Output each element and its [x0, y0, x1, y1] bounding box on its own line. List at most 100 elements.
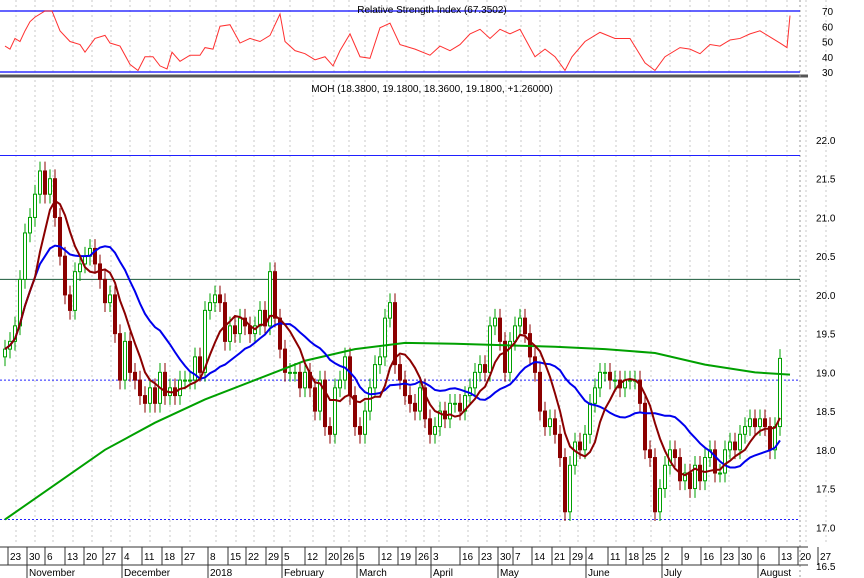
date-tick-label: 19: [400, 552, 412, 563]
date-tick-label: 8: [210, 552, 216, 563]
candle-down: [673, 449, 677, 459]
date-tick-label: 20: [800, 552, 812, 563]
rsi-tick-label: 30: [822, 68, 834, 79]
month-label: May: [500, 568, 519, 578]
candle-up: [448, 402, 452, 420]
date-tick-label: 9: [684, 552, 690, 563]
date-tick-label: 4: [588, 552, 594, 563]
candle-up: [28, 216, 32, 234]
candle-up: [363, 410, 367, 435]
candle-up: [73, 271, 77, 311]
candle-down: [393, 302, 397, 366]
candle-down: [563, 457, 567, 513]
month-label: April: [433, 568, 453, 578]
long-moving-average: [4, 341, 791, 521]
candle-up: [488, 325, 492, 373]
candle-up: [208, 302, 212, 311]
date-tick-label: 6: [760, 552, 766, 563]
candle-up: [213, 294, 217, 304]
date-tick-label: 29: [572, 552, 584, 563]
candle-up: [378, 356, 382, 366]
candle-up: [188, 379, 192, 382]
price-tick-label: 16.5: [816, 562, 836, 573]
candle-down: [538, 371, 542, 412]
candle-down: [153, 387, 157, 404]
date-tick-label: 30: [500, 552, 512, 563]
candle-up: [658, 488, 662, 513]
candle-down: [678, 457, 682, 482]
stock-chart: Relative Strength Index (67.3502) MOH (1…: [0, 0, 864, 578]
candle-down: [533, 356, 537, 373]
candle-up: [388, 302, 392, 319]
price-tick-label: 17.0: [816, 523, 836, 534]
rsi-tick-label: 70: [822, 7, 834, 18]
candle-down: [328, 426, 332, 435]
candle-down: [198, 356, 202, 373]
candle-down: [648, 449, 652, 459]
candle-down: [313, 387, 317, 412]
candle-down: [43, 170, 47, 195]
candle-down: [768, 426, 772, 451]
candle-down: [483, 364, 487, 373]
candle-up: [228, 325, 232, 342]
candle-up: [383, 317, 387, 358]
candle-down: [753, 418, 757, 428]
candle-up: [613, 379, 617, 382]
candle-down: [398, 364, 402, 381]
price-tick-label: 20.0: [816, 291, 836, 302]
price-tick-label: 18.0: [816, 446, 836, 457]
candle-up: [148, 387, 152, 404]
date-tick-label: 12: [307, 552, 319, 563]
date-tick-label: 15: [230, 552, 242, 563]
date-tick-label: 3: [433, 552, 439, 563]
date-tick-label: 26: [418, 552, 430, 563]
candle-down: [523, 317, 527, 335]
date-tick-label: 29: [268, 552, 280, 563]
month-label: 2018: [210, 568, 233, 578]
candle-up: [418, 387, 422, 412]
rsi-tick-label: 60: [822, 22, 834, 33]
candle-down: [543, 410, 547, 428]
price-tick-label: 21.5: [816, 175, 836, 186]
price-tick-label: 20.5: [816, 252, 836, 263]
date-tick-label: 30: [29, 552, 41, 563]
candle-up: [593, 387, 597, 404]
candle-down: [733, 441, 737, 451]
month-label: June: [588, 568, 610, 578]
date-tick-label: 13: [67, 552, 79, 563]
date-tick-label: 22: [248, 552, 260, 563]
price-title: MOH (18.3800, 19.1800, 18.3600, 19.1800,…: [311, 84, 553, 95]
candle-up: [723, 449, 727, 474]
candle-up: [703, 457, 707, 482]
candle-up: [333, 387, 337, 435]
candle-up: [48, 178, 52, 195]
candle-up: [583, 433, 587, 451]
date-tick-label: 27: [105, 552, 117, 563]
candle-down: [143, 395, 147, 404]
candle-up: [288, 371, 292, 374]
month-label: March: [359, 568, 387, 578]
candle-up: [603, 371, 607, 374]
candle-down: [298, 371, 302, 389]
candle-down: [403, 379, 407, 397]
candle-down: [118, 333, 122, 381]
date-tick-label: 27: [184, 552, 196, 563]
rsi-line: [4, 10, 791, 72]
candle-up: [23, 232, 27, 280]
candle-down: [578, 441, 582, 451]
candle-up: [568, 464, 572, 513]
candle-down: [233, 325, 237, 335]
candle-down: [698, 464, 702, 482]
date-tick-label: 20: [328, 552, 340, 563]
candle-down: [428, 418, 432, 435]
candle-down: [643, 402, 647, 451]
candle-down: [558, 433, 562, 459]
month-label: July: [664, 568, 682, 578]
candle-down: [763, 418, 767, 428]
candle-down: [68, 294, 72, 311]
candle-down: [128, 340, 132, 373]
candle-up: [293, 371, 297, 374]
candle-down: [58, 216, 62, 257]
date-tick-label: 27: [820, 552, 832, 563]
rsi-title: Relative Strength Index (67.3502): [357, 5, 507, 16]
